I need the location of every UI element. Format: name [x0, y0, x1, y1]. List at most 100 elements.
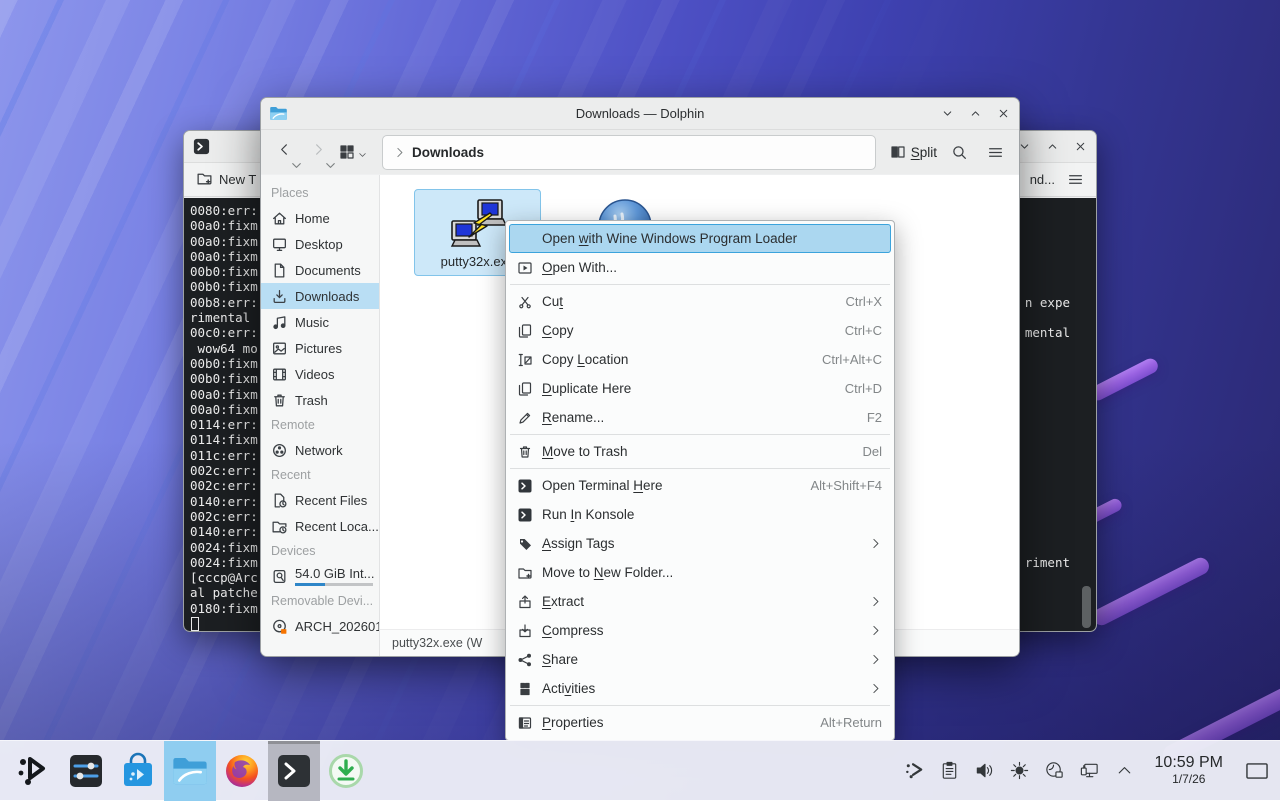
tray-device-notifier-icon[interactable] [1042, 758, 1068, 784]
split-button[interactable]: Split [890, 144, 937, 160]
menu-item-label: Open With... [542, 260, 617, 275]
view-mode-button[interactable] [339, 144, 368, 160]
menu-item-label: Cut [542, 294, 563, 309]
breadcrumb[interactable]: Downloads [412, 145, 484, 160]
menu-item-label: Share [542, 652, 578, 667]
hamburger-menu-button[interactable] [981, 138, 1009, 166]
search-button[interactable] [945, 138, 973, 166]
menu-shortcut: Del [862, 444, 882, 459]
taskbar-download-manager[interactable] [320, 741, 372, 801]
system-settings-icon [67, 752, 105, 790]
clock[interactable]: 10:59 PM 1/7/26 [1147, 754, 1231, 786]
menu-item-label: Activities [542, 681, 595, 696]
menu-item-label: Move to Trash [542, 444, 628, 459]
tray-brightness-icon[interactable] [1007, 758, 1033, 784]
download-icon [271, 288, 288, 305]
image-icon [271, 340, 288, 357]
menu-separator [510, 284, 890, 285]
desktop-icon [271, 236, 288, 253]
maximize-button[interactable] [1044, 139, 1060, 155]
toolbar-truncated-text: nd... [1030, 172, 1055, 187]
menu-item-open-with-wine-windows-program-loader[interactable]: Open with Wine Windows Program Loader [509, 224, 891, 253]
menu-shortcut: Ctrl+Alt+C [822, 352, 882, 367]
new-tab-button[interactable]: New T [196, 170, 256, 190]
menu-shortcut: Ctrl+C [845, 323, 882, 338]
minimize-button[interactable] [939, 106, 955, 122]
sidebar-item-54-0-gib-int-[interactable]: 54.0 GiB Int... [261, 563, 379, 589]
sidebar-item-recent-files[interactable]: Recent Files [261, 487, 379, 513]
disc-icon [271, 618, 288, 635]
file-name: putty32x.exe [441, 254, 515, 269]
menu-item-assign-tags[interactable]: Assign Tags [509, 529, 891, 558]
taskbar-app-launcher[interactable] [8, 741, 60, 801]
terminal-icon [517, 507, 533, 523]
location-bar[interactable]: Downloads [382, 135, 876, 170]
sidebar-item-arch-202601[interactable]: ARCH_202601 [261, 613, 379, 639]
close-button[interactable] [995, 106, 1011, 122]
sidebar-item-documents[interactable]: Documents [261, 257, 379, 283]
tray-kde-connect-icon[interactable] [902, 758, 928, 784]
menu-item-copy[interactable]: CopyCtrl+C [509, 316, 891, 345]
menu-item-duplicate-here[interactable]: Duplicate HereCtrl+D [509, 374, 891, 403]
hamburger-menu-icon[interactable] [1067, 171, 1084, 188]
menu-shortcut: Alt+Return [820, 715, 882, 730]
submenu-arrow-icon [869, 537, 882, 550]
sidebar-item-videos[interactable]: Videos [261, 361, 379, 387]
taskbar-discover[interactable] [112, 741, 164, 801]
sidebar-item-music[interactable]: Music [261, 309, 379, 335]
maximize-button[interactable] [967, 106, 983, 122]
tray-clipboard-icon[interactable] [937, 758, 963, 784]
menu-item-activities[interactable]: Activities [509, 674, 891, 703]
menu-item-cut[interactable]: CutCtrl+X [509, 287, 891, 316]
menu-item-compress[interactable]: Compress [509, 616, 891, 645]
new-tab-label: New T [219, 172, 256, 187]
back-button[interactable] [271, 137, 297, 167]
rename-icon [517, 410, 533, 426]
status-text: putty32x.exe (W [392, 636, 482, 650]
discover-icon [119, 752, 157, 790]
menu-item-rename[interactable]: Rename...F2 [509, 403, 891, 432]
sidebar-item-network[interactable]: Network [261, 437, 379, 463]
menu-item-properties[interactable]: PropertiesAlt+Return [509, 708, 891, 737]
taskbar-system-settings[interactable] [60, 741, 112, 801]
cut-icon [517, 294, 533, 310]
network-icon [271, 442, 288, 459]
tray-tray-expander-icon[interactable] [1112, 758, 1138, 784]
taskbar-dolphin[interactable] [164, 741, 216, 801]
context-menu: Open with Wine Windows Program Loader Ope… [505, 220, 895, 741]
putty-exe-icon [447, 196, 509, 252]
forward-button[interactable] [305, 137, 331, 167]
dolphin-icon [171, 752, 209, 790]
dolphin-titlebar[interactable]: Downloads — Dolphin [261, 98, 1019, 130]
show-desktop-button[interactable] [1244, 758, 1270, 784]
sidebar-item-downloads[interactable]: Downloads [261, 283, 379, 309]
menu-item-move-to-trash[interactable]: Move to Trash Del [509, 437, 891, 466]
menu-item-copy-location[interactable]: Copy LocationCtrl+Alt+C [509, 345, 891, 374]
close-button[interactable] [1072, 139, 1088, 155]
menu-item-open-terminal-here[interactable]: Open Terminal HereAlt+Shift+F4 [509, 471, 891, 500]
menu-item-share[interactable]: Share [509, 645, 891, 674]
sidebar-item-recent-loca-[interactable]: Recent Loca... [261, 513, 379, 539]
taskbar: 10:59 PM 1/7/26 [0, 740, 1280, 800]
menu-item-run-in-konsole[interactable]: Run In Konsole [509, 500, 891, 529]
tray-volume-icon[interactable] [972, 758, 998, 784]
terminal-scrollbar[interactable] [1082, 586, 1091, 628]
tray-network-icon[interactable] [1077, 758, 1103, 784]
app-launcher-icon [15, 752, 53, 790]
menu-item-extract[interactable]: Extract [509, 587, 891, 616]
copy-location-icon [517, 352, 533, 368]
wallpaper-beam [1088, 356, 1161, 403]
konsole-icon [192, 137, 211, 156]
properties-icon [517, 715, 533, 731]
sidebar-item-desktop[interactable]: Desktop [261, 231, 379, 257]
taskbar-konsole[interactable] [268, 741, 320, 801]
menu-item-move-to-new-folder[interactable]: Move to New Folder... [509, 558, 891, 587]
menu-shortcut: F2 [867, 410, 882, 425]
extract-icon [517, 594, 533, 610]
menu-item-label: Compress [542, 623, 604, 638]
sidebar-item-home[interactable]: Home [261, 205, 379, 231]
taskbar-firefox[interactable] [216, 741, 268, 801]
sidebar-item-trash[interactable]: Trash [261, 387, 379, 413]
menu-item-open-with[interactable]: Open With... [509, 253, 891, 282]
sidebar-item-pictures[interactable]: Pictures [261, 335, 379, 361]
